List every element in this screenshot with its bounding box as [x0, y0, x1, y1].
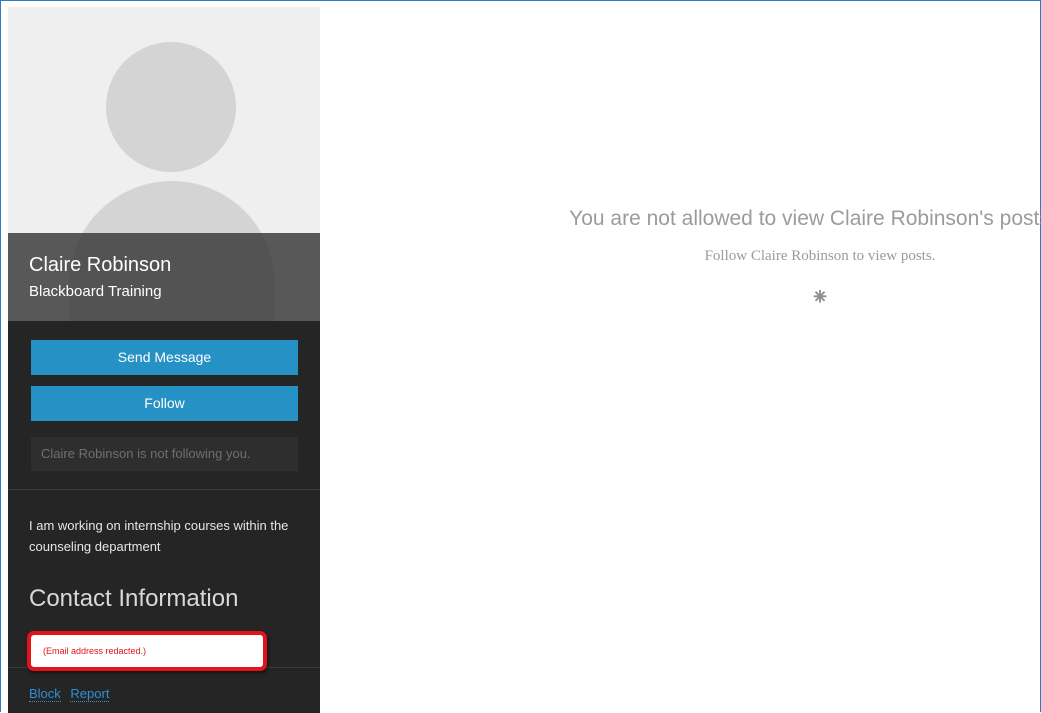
- avatar-head-icon: [106, 42, 236, 172]
- loading-spinner-icon: ⁕: [809, 284, 831, 311]
- name-band: [8, 233, 320, 321]
- footer-links: Block Report: [29, 686, 115, 702]
- profile-sidebar: Claire Robinson Blackboard Training Send…: [8, 7, 320, 713]
- email-redacted-box: (Email address redacted.): [27, 631, 267, 671]
- profile-bio: I am working on internship courses withi…: [29, 518, 289, 554]
- block-link[interactable]: Block: [29, 686, 61, 702]
- restricted-subtitle: Follow Claire Robinson to view posts.: [704, 248, 936, 264]
- send-message-button[interactable]: Send Message: [31, 340, 298, 375]
- restricted-title: You are not allowed to view Claire Robin…: [569, 207, 1041, 230]
- restricted-posts-message: You are not allowed to view Claire Robin…: [560, 205, 1041, 312]
- report-link[interactable]: Report: [70, 686, 110, 702]
- profile-organization: Blackboard Training: [29, 283, 162, 300]
- follow-status-text: Claire Robinson is not following you.: [31, 437, 298, 471]
- email-text: (Email address redacted.): [43, 646, 147, 656]
- divider: [8, 489, 320, 490]
- contact-heading: Contact Information: [29, 585, 239, 612]
- profile-name: Claire Robinson: [29, 254, 172, 276]
- follow-button[interactable]: Follow: [31, 386, 298, 421]
